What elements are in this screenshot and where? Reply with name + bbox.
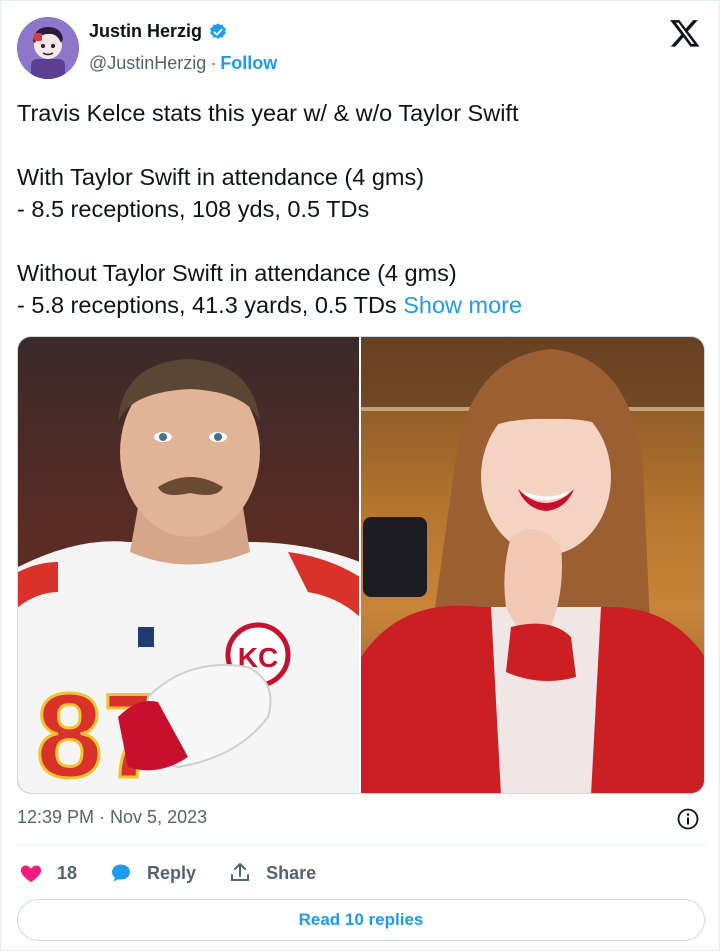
reply-bubble-icon <box>112 864 131 882</box>
heart-icon <box>20 865 42 882</box>
tweet-line-7: - 5.8 receptions, 41.3 yards, 0.5 TDs <box>17 292 397 318</box>
author-handle[interactable]: @JustinHerzig <box>89 53 206 73</box>
tweet-card: Justin Herzig @JustinHerzig · Follow Travi… <box>0 0 720 951</box>
avatar-illustration <box>17 17 79 79</box>
handle-separator: · <box>210 53 217 73</box>
like-count: 18 <box>57 862 78 883</box>
author-handle-row: @JustinHerzig · Follow <box>89 53 277 74</box>
x-logo-icon[interactable] <box>669 17 701 49</box>
tweet-line-3: With Taylor Swift in attendance (4 gms) <box>17 164 425 190</box>
tweet-line-gap <box>17 225 705 257</box>
tweet-line-gap <box>17 129 705 161</box>
read-replies-button[interactable]: Read 10 replies <box>17 899 705 941</box>
tweet-line-4: - 8.5 receptions, 108 yds, 0.5 TDs <box>17 196 370 222</box>
follow-button[interactable]: Follow <box>220 53 277 73</box>
tweet-line-6: Without Taylor Swift in attendance (4 gm… <box>17 260 457 286</box>
share-upload-icon <box>231 863 250 881</box>
info-icon[interactable] <box>676 807 700 831</box>
show-more-link[interactable]: Show more <box>403 292 522 318</box>
fan-photo <box>361 337 704 793</box>
tweet-line-7-row: - 5.8 receptions, 41.3 yards, 0.5 TDs Sh… <box>17 289 705 321</box>
share-label: Share <box>266 862 317 883</box>
reply-button[interactable]: Reply <box>109 861 196 885</box>
tweet-timestamp[interactable]: 12:39 PM · Nov 5, 2023 <box>17 807 207 828</box>
tweet-line-1: Travis Kelce stats this year w/ & w/o Ta… <box>17 100 519 126</box>
media-image-right[interactable] <box>361 337 704 793</box>
tweet-actions: 18 Reply Share <box>19 859 348 887</box>
football-player-photo: KC 87 <box>18 359 359 793</box>
reply-label: Reply <box>147 862 197 883</box>
author-name[interactable]: Justin Herzig <box>89 21 202 42</box>
tweet-text: Travis Kelce stats this year w/ & w/o Ta… <box>17 97 705 321</box>
footer-divider <box>17 844 705 845</box>
tweet-media[interactable]: KC 87 <box>17 336 705 794</box>
media-image-left[interactable]: KC 87 <box>18 337 359 793</box>
verified-badge-icon <box>210 22 226 39</box>
author-name-row: Justin Herzig <box>89 21 228 42</box>
author-avatar[interactable] <box>17 17 79 79</box>
like-button[interactable]: 18 <box>19 861 77 885</box>
share-button[interactable]: Share <box>228 861 316 885</box>
